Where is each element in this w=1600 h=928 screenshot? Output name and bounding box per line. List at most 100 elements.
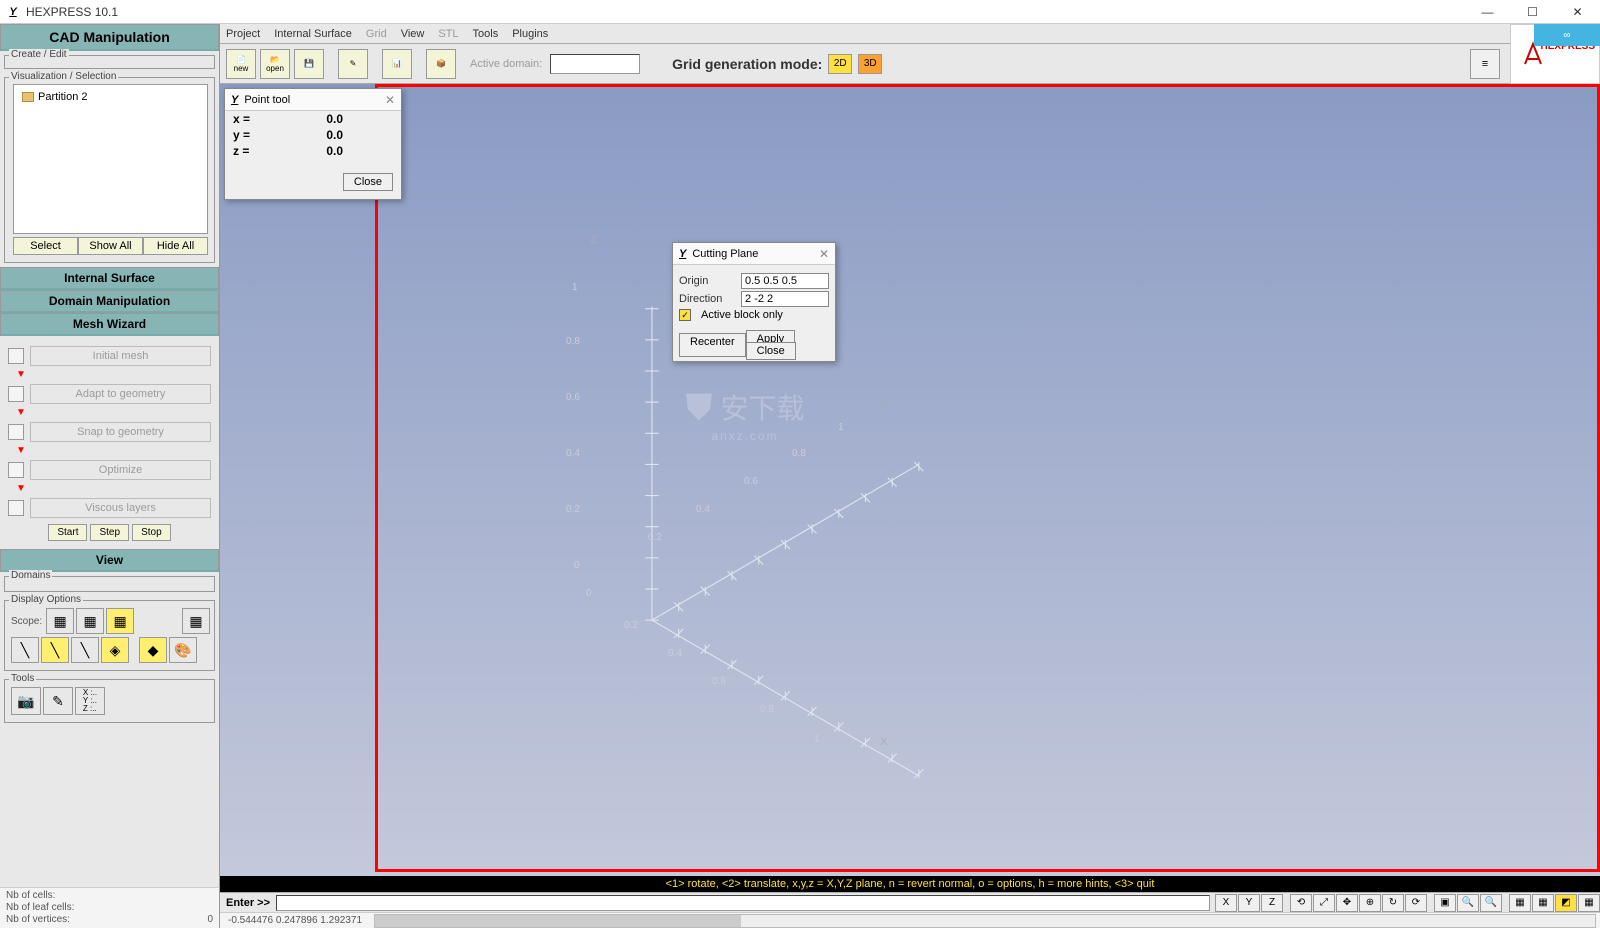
- nav-tool-6-icon[interactable]: ⟳: [1405, 894, 1427, 912]
- nav-tool-5-icon[interactable]: ↻: [1382, 894, 1404, 912]
- mesh-info: Nb of cells: Nb of leaf cells: Nb of ver…: [0, 887, 220, 928]
- mode-2d-button[interactable]: 2D: [828, 54, 852, 74]
- cutting-plane-close-icon[interactable]: ✕: [819, 247, 829, 261]
- domain-manipulation-header[interactable]: Domain Manipulation: [0, 290, 219, 313]
- step-button[interactable]: Step: [90, 524, 129, 541]
- arrow-down-icon: ▼: [16, 448, 211, 454]
- menu-project[interactable]: Project: [226, 28, 260, 40]
- open-button[interactable]: 📂open: [260, 49, 290, 79]
- wiz-step-viscous[interactable]: Viscous layers: [30, 498, 211, 518]
- select-button[interactable]: Select: [13, 237, 78, 255]
- chart-icon[interactable]: 📊: [382, 49, 412, 79]
- wiz-step-adapt[interactable]: Adapt to geometry: [30, 384, 211, 404]
- nav-tool-4-icon[interactable]: ⊕: [1359, 894, 1381, 912]
- scope-cube2-icon[interactable]: ▦: [76, 608, 104, 634]
- cutting-plane-dialog[interactable]: Y Cutting Plane ✕ Origin Direction ✓Acti…: [672, 242, 836, 362]
- tree-item-partition[interactable]: Partition 2: [18, 89, 203, 105]
- zoom-out-icon[interactable]: 🔍: [1480, 894, 1502, 912]
- menu-view[interactable]: View: [401, 28, 425, 40]
- wiz-step-initial[interactable]: Initial mesh: [30, 346, 211, 366]
- enter-label: Enter >>: [220, 897, 276, 909]
- axis-x-button[interactable]: X: [1215, 894, 1237, 912]
- recenter-button[interactable]: Recenter: [679, 333, 746, 357]
- view-tool-2-icon[interactable]: ▦: [1532, 894, 1554, 912]
- cad-manipulation-header[interactable]: CAD Manipulation: [0, 24, 219, 51]
- camera-icon[interactable]: 📷: [11, 687, 41, 715]
- save-icon[interactable]: 💾: [294, 49, 324, 79]
- direction-input[interactable]: [741, 291, 829, 307]
- origin-input[interactable]: [741, 273, 829, 289]
- display-mode-1-icon[interactable]: ╲: [11, 637, 39, 663]
- command-input[interactable]: [276, 895, 1210, 911]
- command-bar: Enter >> X Y Z ⟲ ⤢ ✥ ⊕ ↻ ⟳ ▣ 🔍 🔍 ▦ ▦ ◩ ▦: [220, 892, 1600, 912]
- close-button[interactable]: Close: [746, 342, 796, 360]
- hint-bar: <1> rotate, <2> translate, x,y,z = X,Y,Z…: [220, 876, 1600, 892]
- notes-icon[interactable]: ≡: [1470, 49, 1500, 79]
- wiz-check-1[interactable]: [8, 386, 24, 402]
- mode-3d-button[interactable]: 3D: [858, 54, 882, 74]
- edit-icon[interactable]: ✎: [338, 49, 368, 79]
- watermark: ⛊安下载 anxz.com: [640, 374, 850, 454]
- stop-button[interactable]: Stop: [132, 524, 171, 541]
- wiz-check-4[interactable]: [8, 500, 24, 516]
- active-block-checkbox[interactable]: ✓: [679, 309, 691, 321]
- scope-cube3-icon[interactable]: ▦: [106, 608, 134, 634]
- menu-plugins[interactable]: Plugins: [512, 28, 548, 40]
- menu-stl: STL: [438, 28, 458, 40]
- tools-group: Tools 📷 ✎ X :..Y :..Z :..: [4, 679, 215, 723]
- scope-cube1-icon[interactable]: ▦: [46, 608, 74, 634]
- folder-icon: [22, 92, 34, 102]
- toolbar: 📄new 📂open 💾 ✎ 📊 📦 Active domain: Grid g…: [220, 44, 1600, 84]
- display-mode-2-icon[interactable]: ╲: [41, 637, 69, 663]
- pencil-icon[interactable]: ✎: [43, 687, 73, 715]
- horizontal-scrollbar[interactable]: [374, 914, 1596, 928]
- view-tool-1-icon[interactable]: ▦: [1509, 894, 1531, 912]
- point-tool-dialog[interactable]: Y Point tool ✕ x =0.0 y =0.0 z =0.0 Clos…: [224, 88, 402, 200]
- show-all-button[interactable]: Show All: [78, 237, 143, 255]
- axis-z-button[interactable]: Z: [1261, 894, 1283, 912]
- palette-icon[interactable]: ▦: [182, 608, 210, 634]
- start-button[interactable]: Start: [48, 524, 87, 541]
- nav-tool-7-icon[interactable]: ▣: [1434, 894, 1456, 912]
- close-button[interactable]: ✕: [1555, 0, 1600, 24]
- zoom-in-icon[interactable]: 🔍: [1457, 894, 1479, 912]
- menu-tools[interactable]: Tools: [473, 28, 499, 40]
- window-title: HEXPRESS 10.1: [26, 5, 118, 19]
- display-mode-5-icon[interactable]: ◆: [139, 637, 167, 663]
- minimize-button[interactable]: —: [1465, 0, 1510, 24]
- display-mode-3-icon[interactable]: ╲: [71, 637, 99, 663]
- view-tool-3-icon[interactable]: ◩: [1555, 894, 1577, 912]
- wiz-step-snap[interactable]: Snap to geometry: [30, 422, 211, 442]
- display-mode-4-icon[interactable]: ◈: [101, 637, 129, 663]
- cube-icon[interactable]: 📦: [426, 49, 456, 79]
- menu-internal-surface[interactable]: Internal Surface: [274, 28, 352, 40]
- nav-tool-1-icon[interactable]: ⟲: [1290, 894, 1312, 912]
- wiz-check-3[interactable]: [8, 462, 24, 478]
- active-domain-select[interactable]: [550, 54, 640, 74]
- nav-tool-3-icon[interactable]: ✥: [1336, 894, 1358, 912]
- new-button[interactable]: 📄new: [226, 49, 256, 79]
- display-options-group: Display Options Scope: ▦ ▦ ▦ ▦ ╲ ╲ ╲ ◈ ◆…: [4, 600, 215, 671]
- hide-all-button[interactable]: Hide All: [143, 237, 208, 255]
- wiz-check-0[interactable]: [8, 348, 24, 364]
- mesh-wizard-header[interactable]: Mesh Wizard: [0, 313, 219, 336]
- wiz-step-optimize[interactable]: Optimize: [30, 460, 211, 480]
- maximize-button[interactable]: ☐: [1510, 0, 1555, 24]
- view-tool-4-icon[interactable]: ▦: [1578, 894, 1600, 912]
- point-tool-close-button[interactable]: Close: [343, 173, 393, 191]
- view-header[interactable]: View: [0, 549, 219, 572]
- active-domain-label: Active domain:: [470, 58, 542, 70]
- y-axis-label: Y: [880, 402, 887, 414]
- partition-tree[interactable]: Partition 2: [13, 84, 208, 234]
- internal-surface-header[interactable]: Internal Surface: [0, 267, 219, 290]
- share-widget[interactable]: ∞: [1534, 24, 1600, 46]
- viewport-3d[interactable]: ⛊安下载 anxz.com Z Y X: [220, 84, 1600, 876]
- x-axis-label: X: [880, 736, 887, 748]
- wiz-check-2[interactable]: [8, 424, 24, 440]
- menu-grid: Grid: [366, 28, 387, 40]
- axis-y-button[interactable]: Y: [1238, 894, 1260, 912]
- display-mode-6-icon[interactable]: 🎨: [169, 637, 197, 663]
- nav-tool-2-icon[interactable]: ⤢: [1313, 894, 1335, 912]
- xyz-icon[interactable]: X :..Y :..Z :..: [75, 687, 105, 715]
- point-tool-close-icon[interactable]: ✕: [385, 93, 395, 107]
